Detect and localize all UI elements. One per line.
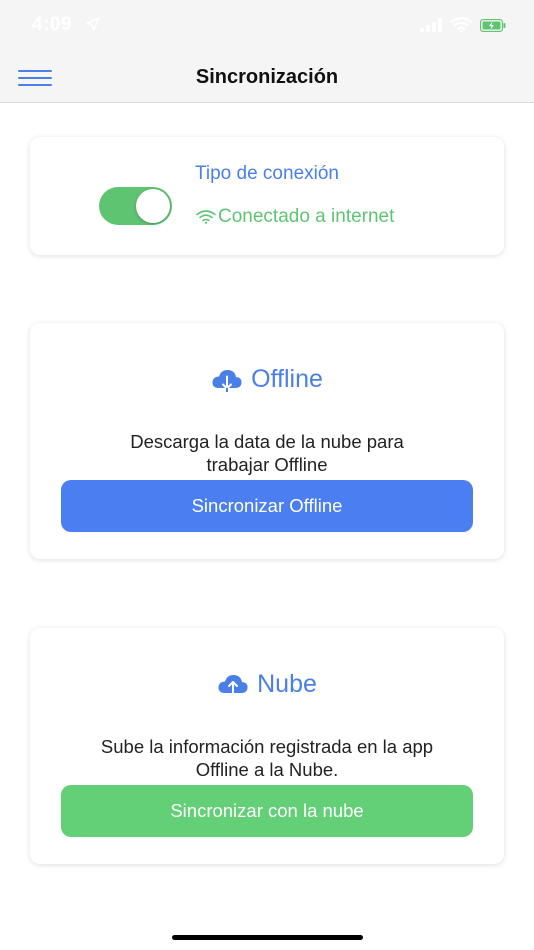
status-wifi-icon — [450, 17, 472, 33]
cloud-description: Sube la información registrada en la app… — [40, 735, 494, 781]
offline-description-line2: trabajar Offline — [206, 454, 328, 475]
offline-description: Descarga la data de la nube para trabaja… — [40, 430, 494, 476]
toggle-knob — [136, 189, 170, 223]
sync-offline-button[interactable]: Sincronizar Offline — [61, 480, 473, 532]
sync-cloud-button[interactable]: Sincronizar con la nube — [61, 785, 473, 837]
cloud-heading: Nube — [30, 670, 504, 699]
location-arrow-icon — [86, 17, 100, 31]
connection-status-text: Conectado a internet — [218, 206, 395, 227]
sync-screen: 4:09 Sincronización Tipo de conexión Con… — [0, 0, 534, 950]
offline-card: Offline Descarga la data de la nube para… — [30, 323, 504, 559]
offline-heading-text: Offline — [251, 365, 323, 393]
cellular-signal-icon — [420, 18, 442, 32]
home-indicator — [172, 935, 363, 940]
status-bar: 4:09 — [0, 0, 534, 54]
cloud-heading-text: Nube — [257, 670, 317, 698]
navigation-bar: Sincronización — [0, 54, 534, 103]
wifi-icon — [196, 210, 216, 224]
page-title: Sincronización — [195, 66, 339, 88]
connection-toggle[interactable] — [99, 187, 172, 225]
connection-status: Conectado a internet — [196, 206, 394, 228]
status-time: 4:09 — [32, 14, 73, 35]
connection-type-title: Tipo de conexión — [194, 163, 339, 184]
offline-heading: Offline — [30, 365, 504, 394]
cloud-description-line1: Sube la información registrada en la app — [100, 736, 434, 757]
cloud-upload-icon — [218, 674, 248, 694]
connection-card: Tipo de conexión Conectado a internet — [30, 137, 504, 255]
cloud-description-line2: Offline a la Nube. — [195, 759, 339, 780]
battery-charging-icon — [480, 19, 506, 32]
offline-description-line1: Descarga la data de la nube para — [130, 431, 404, 452]
cloud-download-icon — [212, 369, 242, 392]
cloud-card: Nube Sube la información registrada en l… — [30, 628, 504, 864]
